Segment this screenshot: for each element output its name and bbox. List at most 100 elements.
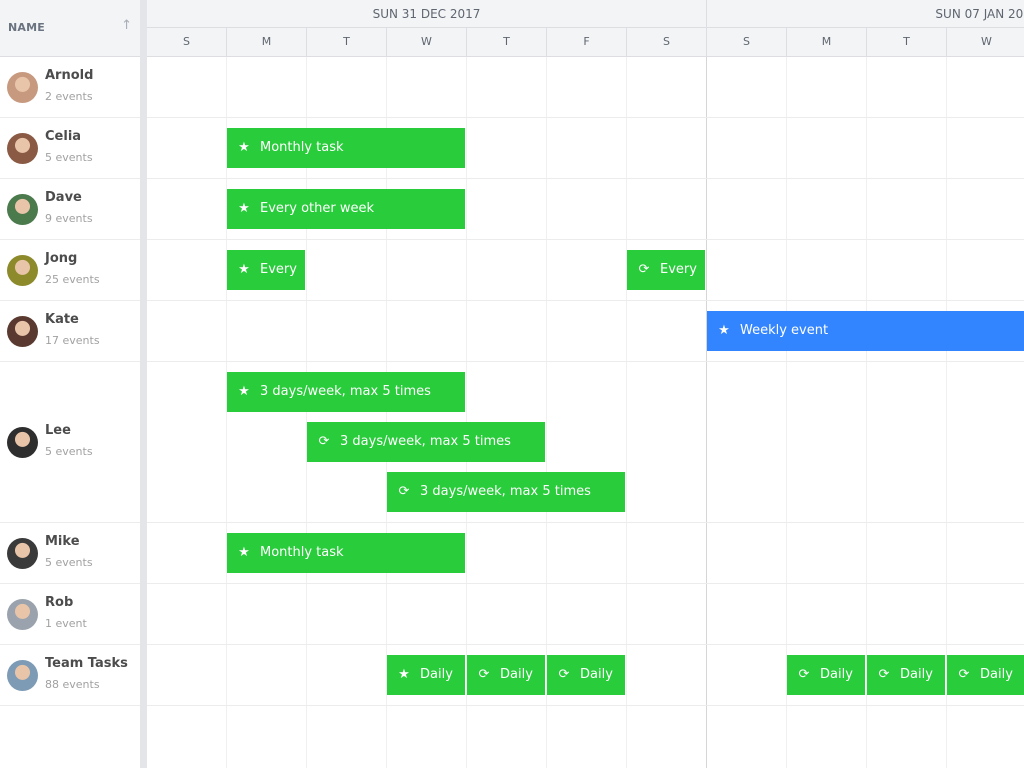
day-header-cell: S bbox=[707, 28, 787, 56]
schedule-grid: SUN 31 DEC 2017 SUN 07 JAN 2018 SMTWTFSS… bbox=[147, 0, 1024, 768]
event-bar[interactable]: ★ Daily bbox=[387, 655, 465, 695]
grid-row-line bbox=[147, 178, 1024, 179]
event-label: 3 days/week, max 5 times bbox=[260, 384, 431, 399]
day-header-cell: F bbox=[547, 28, 627, 56]
grid-column-line bbox=[626, 57, 627, 768]
day-header-cell: M bbox=[787, 28, 867, 56]
event-label: 3 days/week, max 5 times bbox=[420, 484, 591, 499]
name-column-header[interactable]: NAME ↑ bbox=[0, 0, 140, 57]
resource-name: Team Tasks bbox=[45, 655, 128, 671]
day-header-cell: T bbox=[307, 28, 387, 56]
event-bar[interactable]: ⟳ Daily bbox=[547, 655, 625, 695]
event-bar[interactable]: ★ 3 days/week, max 5 times bbox=[227, 372, 465, 412]
resource-row[interactable]: Arnold 2 events bbox=[0, 57, 140, 118]
star-icon: ★ bbox=[238, 545, 250, 560]
refresh-icon: ⟳ bbox=[558, 667, 570, 682]
resource-row[interactable]: Jong 25 events bbox=[0, 240, 140, 301]
day-header: SMTWTFSSMTW bbox=[147, 28, 1024, 57]
event-label: Daily bbox=[900, 667, 933, 682]
event-bar[interactable]: ⟳ Daily bbox=[947, 655, 1024, 695]
arrow-up-icon[interactable]: ↑ bbox=[121, 18, 132, 33]
event-label: 3 days/week, max 5 times bbox=[340, 434, 511, 449]
event-bar[interactable]: ⟳ Every bbox=[627, 250, 705, 290]
star-icon: ★ bbox=[718, 323, 730, 338]
day-header-cell: W bbox=[947, 28, 1024, 56]
resource-name: Lee bbox=[45, 422, 71, 438]
avatar bbox=[7, 315, 38, 347]
resource-name: Jong bbox=[45, 250, 78, 266]
resource-row[interactable]: Lee 5 events bbox=[0, 362, 140, 523]
refresh-icon: ⟳ bbox=[958, 667, 970, 682]
avatar bbox=[7, 659, 38, 691]
resource-row[interactable]: Celia 5 events bbox=[0, 118, 140, 179]
event-label: Every other week bbox=[260, 201, 374, 216]
event-label: Daily bbox=[420, 667, 453, 682]
resource-row[interactable]: Team Tasks 88 events bbox=[0, 645, 140, 706]
event-bar[interactable]: ⟳ Daily bbox=[787, 655, 865, 695]
event-label: Every bbox=[660, 262, 697, 277]
grid-row-line bbox=[147, 361, 1024, 362]
event-bar[interactable]: ★ Every bbox=[227, 250, 305, 290]
event-bar[interactable]: ★ Monthly task bbox=[227, 128, 465, 168]
avatar bbox=[7, 598, 38, 630]
event-bar[interactable]: ★ Monthly task bbox=[227, 533, 465, 573]
resource-event-count: 25 events bbox=[45, 272, 100, 286]
refresh-icon: ⟳ bbox=[798, 667, 810, 682]
resource-column: NAME ↑ Arnold 2 events Celia 5 events Da… bbox=[0, 0, 140, 768]
event-label: Monthly task bbox=[260, 545, 344, 560]
resource-name: Dave bbox=[45, 189, 82, 205]
day-header-cell: T bbox=[467, 28, 547, 56]
grid-row-line bbox=[147, 300, 1024, 301]
grid-row-line bbox=[147, 522, 1024, 523]
grid-row-line bbox=[147, 583, 1024, 584]
grid-row-line bbox=[147, 644, 1024, 645]
star-icon: ★ bbox=[398, 667, 410, 682]
resource-row[interactable]: Dave 9 events bbox=[0, 179, 140, 240]
resource-event-count: 9 events bbox=[45, 211, 93, 225]
resource-event-count: 17 events bbox=[45, 333, 100, 347]
avatar bbox=[7, 193, 38, 225]
resource-event-count: 88 events bbox=[45, 677, 100, 691]
avatar bbox=[7, 426, 38, 458]
resource-name: Celia bbox=[45, 128, 82, 144]
week-header-cell: SUN 31 DEC 2017 bbox=[147, 0, 707, 28]
name-column-label: NAME bbox=[8, 21, 45, 34]
grid-column-line bbox=[706, 57, 707, 768]
week-header-cell: SUN 07 JAN 2018 bbox=[935, 7, 1024, 21]
avatar bbox=[7, 537, 38, 569]
grid-row-line bbox=[147, 705, 1024, 706]
day-header-cell: T bbox=[867, 28, 947, 56]
day-header-cell: M bbox=[227, 28, 307, 56]
week-header: SUN 31 DEC 2017 SUN 07 JAN 2018 bbox=[147, 0, 1024, 28]
star-icon: ★ bbox=[238, 140, 250, 155]
avatar bbox=[7, 71, 38, 103]
star-icon: ★ bbox=[238, 201, 250, 216]
event-label: Weekly event bbox=[740, 323, 829, 338]
event-bar[interactable]: ⟳ Daily bbox=[867, 655, 945, 695]
grid-row-line bbox=[147, 239, 1024, 240]
refresh-icon: ⟳ bbox=[638, 262, 650, 277]
event-label: Every bbox=[260, 262, 297, 277]
resource-event-count: 1 event bbox=[45, 616, 87, 630]
avatar bbox=[7, 254, 38, 286]
event-label: Daily bbox=[820, 667, 853, 682]
resource-row[interactable]: Mike 5 events bbox=[0, 523, 140, 584]
resource-event-count: 5 events bbox=[45, 150, 93, 164]
resource-event-count: 5 events bbox=[45, 555, 93, 569]
grid-row-line bbox=[147, 117, 1024, 118]
star-icon: ★ bbox=[238, 262, 250, 277]
event-bar[interactable]: ★ Every other week bbox=[227, 189, 465, 229]
event-bar[interactable]: ⟳ 3 days/week, max 5 times bbox=[307, 422, 545, 462]
resource-row[interactable]: Rob 1 event bbox=[0, 584, 140, 645]
refresh-icon: ⟳ bbox=[878, 667, 890, 682]
splitter-handle[interactable] bbox=[140, 0, 147, 768]
event-label: Monthly task bbox=[260, 140, 344, 155]
day-header-cell: S bbox=[147, 28, 227, 56]
refresh-icon: ⟳ bbox=[318, 434, 330, 449]
resource-row[interactable]: Kate 17 events bbox=[0, 301, 140, 362]
event-label: Daily bbox=[500, 667, 533, 682]
event-bar[interactable]: ★ Weekly event bbox=[707, 311, 1024, 351]
event-label: Daily bbox=[580, 667, 613, 682]
event-bar[interactable]: ⟳ Daily bbox=[467, 655, 545, 695]
event-bar[interactable]: ⟳ 3 days/week, max 5 times bbox=[387, 472, 625, 512]
